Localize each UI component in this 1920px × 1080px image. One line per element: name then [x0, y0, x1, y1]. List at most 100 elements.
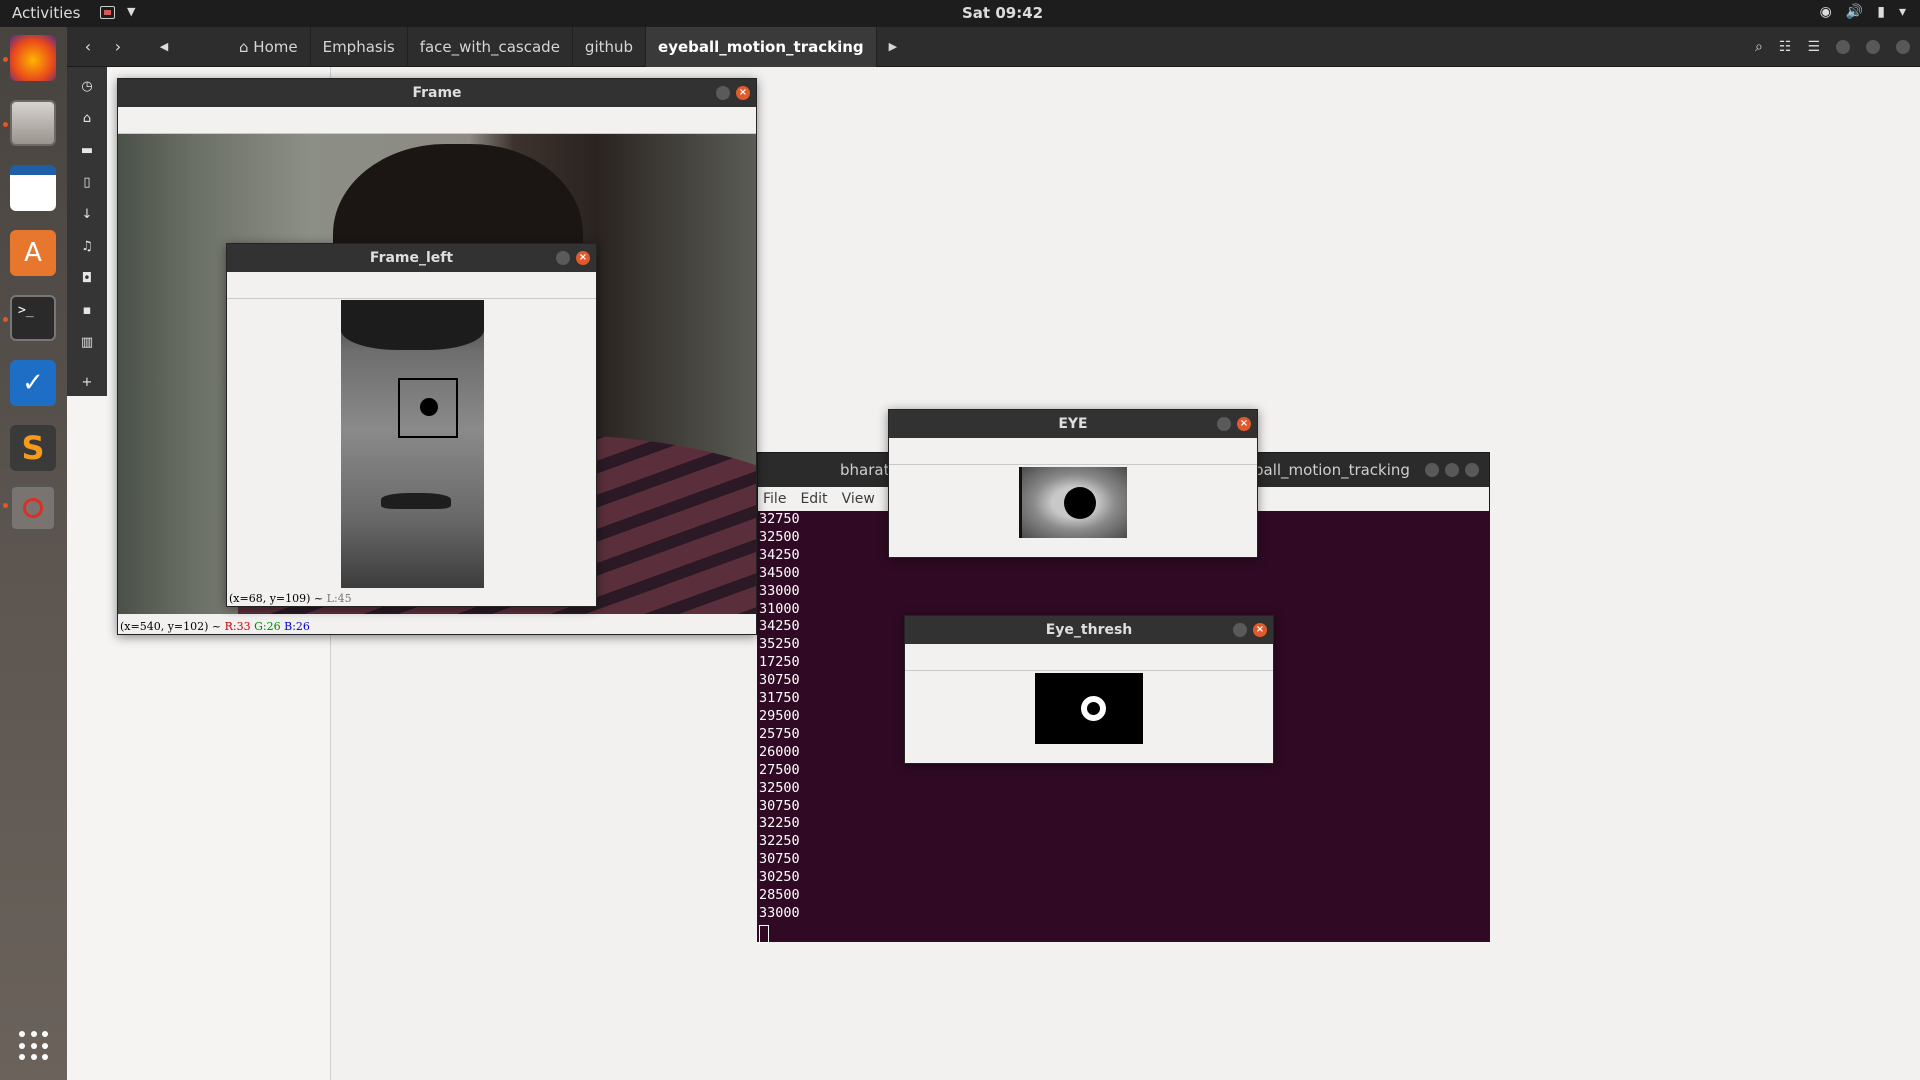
document-icon[interactable]: ▯ [79, 175, 95, 191]
add-location-icon[interactable]: + [79, 375, 95, 391]
eye-thresh-titlebar[interactable]: Eye_thresh × [905, 616, 1273, 644]
close-button[interactable] [1896, 40, 1910, 54]
software-icon[interactable]: A [10, 230, 56, 276]
terminal-cursor [759, 924, 769, 943]
wifi-icon[interactable]: ◉ [1820, 4, 1832, 20]
minimize-button[interactable] [1836, 40, 1850, 54]
forward-button[interactable]: › [105, 35, 131, 59]
hair-shape [341, 300, 484, 350]
eye-titlebar[interactable]: EYE × [889, 410, 1257, 438]
minimize-button[interactable] [1233, 623, 1247, 637]
mustache-shape [381, 493, 451, 509]
frame-left-window[interactable]: Frame_left × (x=68, y=109) ~ L:45 [226, 243, 597, 607]
window-title: Eye_thresh [1045, 622, 1133, 638]
dock: A >_ ✓ S [0, 27, 67, 1080]
cursor-coords: (x=68, y=109) ~ [229, 592, 324, 605]
file-manager-header: ‹ › ◀ ⌂ Home Emphasis face_with_cascade … [67, 27, 1920, 67]
terminal-line: 30750 [759, 851, 800, 868]
python-frame-icon[interactable] [10, 485, 56, 531]
frame-toolbar [118, 107, 756, 134]
menu-view[interactable]: View [842, 487, 875, 511]
window-title: Frame_left [369, 250, 454, 266]
terminal-line: 32500 [759, 779, 800, 796]
threshold-image [1035, 673, 1143, 744]
running-indicator [3, 122, 8, 127]
show-applications-icon[interactable] [19, 1031, 49, 1061]
pixel-b: B:26 [284, 620, 310, 633]
app-menu-icon[interactable] [100, 6, 115, 19]
crumb-emphasis[interactable]: Emphasis [311, 27, 408, 67]
pupil-marker [420, 398, 438, 416]
pupil-ring [1081, 696, 1106, 721]
back-button[interactable]: ‹ [75, 35, 101, 59]
minimize-button[interactable] [1217, 417, 1231, 431]
system-tray[interactable]: ◉ 🔊 ▮ ▾ [1820, 4, 1906, 20]
volume-icon[interactable]: 🔊 [1846, 4, 1863, 20]
maximize-button[interactable] [1445, 463, 1459, 477]
cursor-coords: (x=540, y=102) ~ [120, 620, 222, 633]
running-indicator [3, 317, 8, 322]
close-button[interactable]: × [576, 251, 590, 265]
minimize-button[interactable] [716, 86, 730, 100]
no-entry-icon [23, 498, 43, 518]
view-options-icon[interactable]: ☷ [1779, 39, 1792, 55]
search-icon[interactable]: ⌕ [1755, 39, 1763, 55]
crumb-left-arrow-icon[interactable]: ◀ [151, 35, 177, 59]
pixel-r: R:33 [224, 620, 251, 633]
frame-left-titlebar[interactable]: Frame_left × [227, 244, 596, 272]
top-bar: Activities ▼ Sat 09:42 ◉ 🔊 ▮ ▾ [0, 0, 1920, 27]
terminal-icon[interactable]: >_ [10, 295, 56, 341]
close-button[interactable] [1465, 463, 1479, 477]
minimize-button[interactable] [1425, 463, 1439, 477]
battery-icon[interactable]: ▮ [1877, 4, 1885, 20]
places-icons: ◷ ⌂ ▬ ▯ ↓ ♫ ◘ ▪ ▥ + [67, 67, 107, 396]
sublime-icon[interactable]: S [10, 425, 56, 471]
eye-crop-image [1019, 467, 1127, 538]
todo-icon[interactable]: ✓ [10, 360, 56, 406]
firefox-icon[interactable] [10, 35, 56, 81]
frame-left-toolbar [227, 272, 596, 299]
crumb-right-arrow-icon[interactable]: ▶ [877, 27, 909, 67]
clock[interactable]: Sat 09:42 [962, 4, 1043, 22]
crumb-github[interactable]: github [573, 27, 647, 67]
eye-thresh-window[interactable]: Eye_thresh × [904, 615, 1274, 764]
close-button[interactable]: × [1253, 623, 1267, 637]
eye-thresh-toolbar [905, 644, 1273, 671]
home-icon[interactable]: ⌂ [79, 111, 95, 127]
terminal-title-suffix: ball_motion_tracking [1254, 461, 1410, 479]
terminal-line: 33000 [759, 582, 800, 599]
folder-icon[interactable]: ▬ [79, 143, 95, 159]
writer-icon[interactable] [10, 165, 56, 211]
trash-icon[interactable]: ▥ [79, 335, 95, 351]
frame-titlebar[interactable]: Frame × [118, 79, 756, 107]
chevron-down-icon[interactable]: ▾ [1899, 4, 1906, 20]
recent-icon[interactable]: ◷ [79, 79, 95, 95]
crumb-home[interactable]: ⌂ Home [227, 27, 311, 67]
menu-icon[interactable]: ☰ [1807, 39, 1820, 55]
activities-button[interactable]: Activities [12, 4, 80, 22]
terminal-line: 34500 [759, 564, 800, 581]
files-icon[interactable] [10, 100, 56, 146]
terminal-line: 27500 [759, 761, 800, 778]
window-title: EYE [1058, 416, 1088, 432]
pixel-l: L:45 [326, 592, 352, 605]
crumb-eyeball-motion-tracking[interactable]: eyeball_motion_tracking [646, 27, 877, 67]
close-button[interactable]: × [1237, 417, 1251, 431]
eye-detection-box [398, 378, 458, 438]
menu-file[interactable]: File [763, 487, 786, 511]
face-grayscale-image [341, 300, 484, 588]
crumb-face-with-cascade[interactable]: face_with_cascade [408, 27, 573, 67]
minimize-button[interactable] [556, 251, 570, 265]
eye-window[interactable]: EYE × [888, 409, 1258, 558]
download-icon[interactable]: ↓ [79, 207, 95, 223]
breadcrumb: ⌂ Home Emphasis face_with_cascade github… [227, 27, 909, 67]
close-button[interactable]: × [736, 86, 750, 100]
terminal-title: bharat [840, 461, 890, 479]
video-icon[interactable]: ▪ [79, 303, 95, 319]
header-actions: ⌕ ☷ ☰ [1755, 27, 1920, 67]
maximize-button[interactable] [1866, 40, 1880, 54]
camera-icon[interactable]: ◘ [79, 271, 95, 287]
chevron-down-icon[interactable]: ▼ [127, 5, 135, 18]
menu-edit[interactable]: Edit [800, 487, 827, 511]
music-icon[interactable]: ♫ [79, 239, 95, 255]
